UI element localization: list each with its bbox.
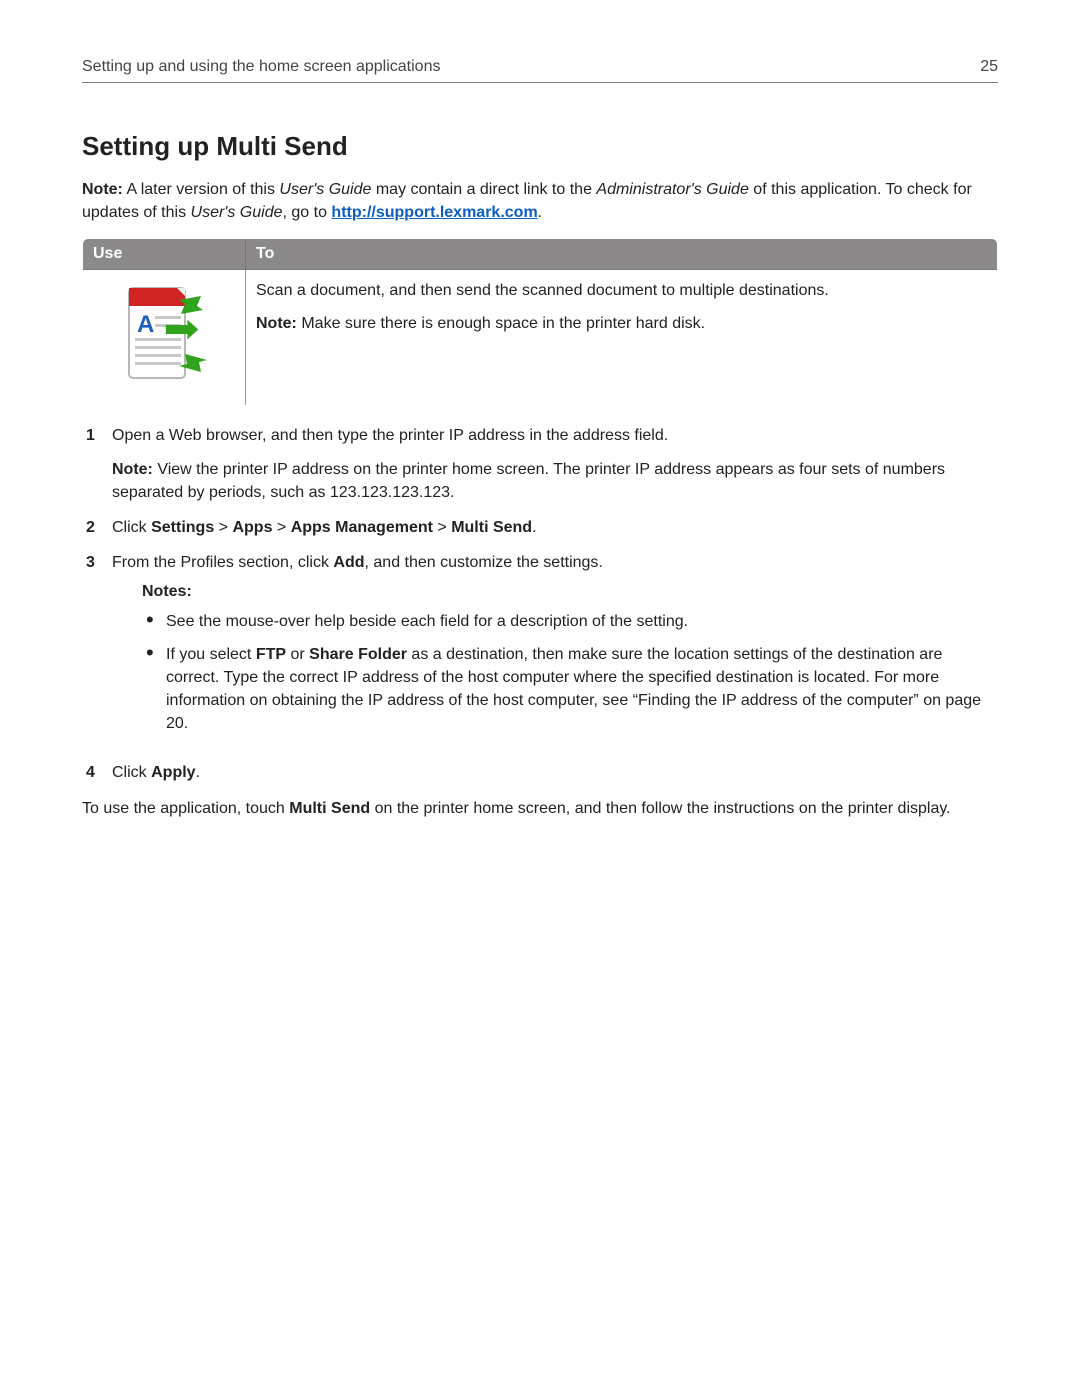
table-header-use: Use <box>83 239 246 270</box>
step-1: Open a Web browser, and then type the pr… <box>82 424 998 516</box>
table-row: A <box>83 270 998 406</box>
step-3: From the Profiles section, click Add, an… <box>82 551 998 761</box>
closing-paragraph: To use the application, touch Multi Send… <box>82 797 998 820</box>
multi-send-icon-cell: A <box>83 270 246 406</box>
running-header: Setting up and using the home screen app… <box>82 58 998 83</box>
steps-list: Open a Web browser, and then type the pr… <box>82 424 998 796</box>
step-2: Click Settings > Apps > Apps Management … <box>82 516 998 551</box>
step-4: Click Apply. <box>82 761 998 796</box>
page-title: Setting up Multi Send <box>82 131 998 162</box>
step-1-note: Note: View the printer IP address on the… <box>112 458 998 504</box>
intro-paragraph: Note: A later version of this User's Gui… <box>82 178 998 224</box>
notes-bullet-list: See the mouse‑over help beside each fiel… <box>142 610 998 746</box>
use-to-table: Use To A <box>82 238 998 406</box>
note-label: Note: <box>82 181 123 198</box>
svg-text:A: A <box>137 311 154 338</box>
table-to-cell: Scan a document, and then send the scann… <box>246 270 998 406</box>
table-header-to: To <box>246 239 998 270</box>
note-bullet-1: See the mouse‑over help beside each fiel… <box>142 610 998 643</box>
to-note: Note: Make sure there is enough space in… <box>256 313 987 335</box>
to-line-1: Scan a document, and then send the scann… <box>256 280 987 302</box>
note-bullet-2: If you select FTP or Share Folder as a d… <box>142 643 998 746</box>
header-page-number: 25 <box>980 58 998 76</box>
notes-label: Notes: <box>142 580 998 603</box>
header-section-title: Setting up and using the home screen app… <box>82 58 440 76</box>
support-link[interactable]: http://support.lexmark.com <box>331 204 537 221</box>
multi-send-icon: A <box>109 280 219 390</box>
document-page: Setting up and using the home screen app… <box>0 0 1080 1397</box>
